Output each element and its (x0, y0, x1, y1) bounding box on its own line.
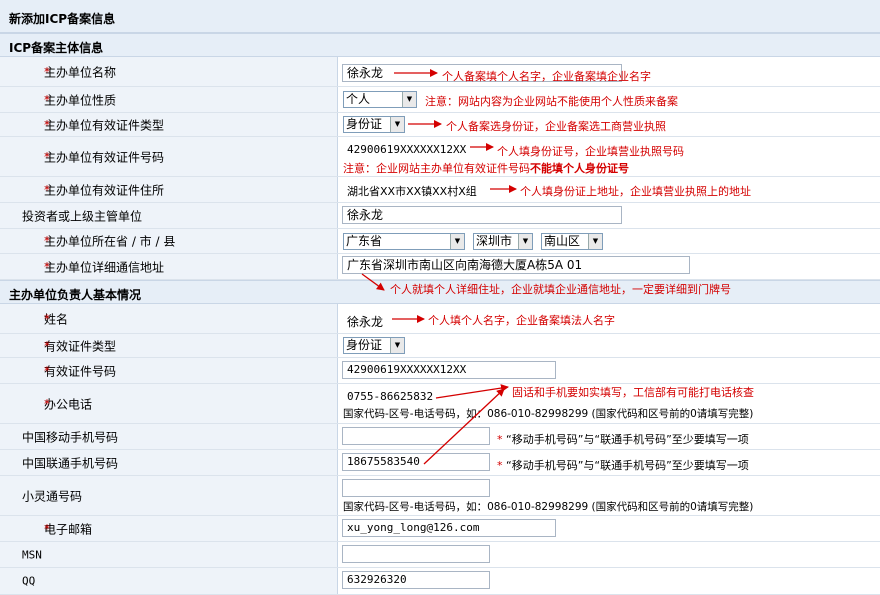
field-label: 主办单位有效证件住所 * (0, 177, 338, 202)
page-title: 新添加ICP备案信息 (9, 12, 116, 26)
field-label: QQ (0, 568, 338, 594)
row-org-name: 主办单位名称 * 徐永龙 个人备案填个人名字，企业备案填企业名字 (0, 57, 880, 87)
qq-input[interactable]: 632926320 (342, 571, 490, 589)
field-label: 投资者或上级主管单位 (0, 203, 338, 228)
address-input[interactable]: 广东省深圳市南山区向南海德大厦A栋5A 01 (342, 256, 690, 274)
annotation-note: 个人备案选身份证，企业备案选工商营业执照 (446, 120, 666, 133)
org-nature-select[interactable]: 个人 ▼ (343, 91, 417, 108)
page-title-bar: 新添加ICP备案信息 (0, 0, 880, 33)
row-email: 电子邮箱 * xu_yong_long@126.com (0, 516, 880, 542)
row-person-name: 姓名 * 徐永龙 个人填个人名字，企业备案填法人名字 (0, 304, 880, 334)
format-hint: 国家代码-区号-电话号码，如：086-010-82998299 (国家代码和区号… (343, 501, 754, 513)
field-label: 主办单位有效证件类型 * (0, 113, 338, 136)
field-label: 有效证件号码 * (0, 358, 338, 383)
row-investor: 投资者或上级主管单位 徐永龙 (0, 203, 880, 229)
field-label: 主办单位详细通信地址 * (0, 254, 338, 279)
section-title: 主办单位负责人基本情况 (9, 288, 142, 302)
row-person-cert-type: 有效证件类型 * 身份证 ▼ (0, 334, 880, 358)
requirement-hint: * “移动手机号码”与“联通手机号码”至少要填写一项 (497, 433, 749, 446)
org-cert-addr-input[interactable]: 湖北省XX市XX镇XX村X组 (347, 183, 477, 199)
field-label: 姓名 * (0, 304, 338, 333)
phs-input[interactable] (342, 479, 490, 497)
county-select[interactable]: 南山区 ▼ (541, 233, 603, 250)
field-label: 主办单位所在省 / 市 / 县 * (0, 229, 338, 253)
section-title: ICP备案主体信息 (9, 41, 104, 55)
org-cert-no-input[interactable]: 42900619XXXXXX12XX (347, 143, 466, 156)
mobile-unicom-input[interactable]: 18675583540 (342, 453, 490, 471)
person-name-input[interactable]: 徐永龙 (347, 313, 383, 330)
office-phone-input[interactable]: 0755-86625832 (347, 390, 433, 403)
field-label: 中国移动手机号码 (0, 424, 338, 449)
format-hint: 国家代码-区号-电话号码，如：086-010-82998299 (国家代码和区号… (343, 408, 754, 420)
icp-form-page: 新添加ICP备案信息 ICP备案主体信息 主办单位名称 * 徐永龙 个人备案填个人… (0, 0, 880, 595)
row-address: 主办单位详细通信地址 * 广东省深圳市南山区向南海德大厦A栋5A 01 (0, 254, 880, 280)
row-office-phone: 办公电话 * 0755-86625832 固话和手机要如实填写，工信部有可能打电话… (0, 384, 880, 424)
annotation-note: 个人就填个人详细住址，企业就填企业通信地址，一定要详细到门牌号 (390, 283, 731, 296)
row-msn: MSN (0, 542, 880, 568)
field-label: 有效证件类型 * (0, 334, 338, 357)
section-header-subject: ICP备案主体信息 (0, 33, 880, 57)
row-org-nature: 主办单位性质 * 个人 ▼ 注意：网站内容为企业网站不能使用个人性质来备案 (0, 87, 880, 113)
row-phs: 小灵通号码 国家代码-区号-电话号码，如：086-010-82998299 (国… (0, 476, 880, 516)
row-mobile-unicom: 中国联通手机号码 18675583540 * “移动手机号码”与“联通手机号码”… (0, 450, 880, 476)
field-label: 电子邮箱 * (0, 516, 338, 541)
field-label: 办公电话 * (0, 384, 338, 423)
row-qq: QQ 632926320 (0, 568, 880, 595)
email-input[interactable]: xu_yong_long@126.com (342, 519, 556, 537)
annotation-note: 固话和手机要如实填写，工信部有可能打电话核查 (512, 386, 754, 399)
field-label: MSN (0, 542, 338, 567)
city-select[interactable]: 深圳市 ▼ (473, 233, 533, 250)
field-label: 小灵通号码 (0, 476, 338, 515)
row-person-cert-no: 有效证件号码 * 42900619XXXXXX12XX (0, 358, 880, 384)
row-org-cert-type: 主办单位有效证件类型 * 身份证 ▼ 个人备案选身份证，企业备案选工商营业执照 (0, 113, 880, 137)
chevron-down-icon: ▼ (390, 338, 404, 353)
annotation-note: 个人填个人名字，企业备案填法人名字 (428, 314, 615, 327)
org-cert-type-select[interactable]: 身份证 ▼ (343, 116, 405, 133)
chevron-down-icon: ▼ (390, 117, 404, 132)
person-cert-no-input[interactable]: 42900619XXXXXX12XX (342, 361, 556, 379)
msn-input[interactable] (342, 545, 490, 563)
annotation-note: 个人备案填个人名字，企业备案填企业名字 (442, 70, 651, 83)
chevron-down-icon: ▼ (588, 234, 602, 249)
mobile-cmcc-input[interactable] (342, 427, 490, 445)
annotation-note: 个人填身份证号，企业填营业执照号码 (497, 145, 684, 158)
field-label: 中国联通手机号码 (0, 450, 338, 475)
investor-input[interactable]: 徐永龙 (342, 206, 622, 224)
warning-note: 注意：企业网站主办单位有效证件号码不能填个人身份证号 (343, 162, 629, 175)
province-select[interactable]: 广东省 ▼ (343, 233, 465, 250)
row-org-cert-addr: 主办单位有效证件住所 * 湖北省XX市XX镇XX村X组 个人填身份证上地址，企业填… (0, 177, 880, 203)
field-label: 主办单位性质 * (0, 87, 338, 112)
annotation-note: 注意：网站内容为企业网站不能使用个人性质来备案 (425, 95, 678, 108)
row-org-cert-no: 主办单位有效证件号码 * 42900619XXXXXX12XX 个人填身份证号，企… (0, 137, 880, 177)
requirement-hint: * “移动手机号码”与“联通手机号码”至少要填写一项 (497, 459, 749, 472)
person-cert-type-select[interactable]: 身份证 ▼ (343, 337, 405, 354)
chevron-down-icon: ▼ (450, 234, 464, 249)
row-region: 主办单位所在省 / 市 / 县 * 广东省 ▼ 深圳市 ▼ 南山区 ▼ (0, 229, 880, 254)
field-label: 主办单位名称 * (0, 57, 338, 86)
chevron-down-icon: ▼ (402, 92, 416, 107)
annotation-note: 个人填身份证上地址，企业填营业执照上的地址 (520, 185, 751, 198)
field-label: 主办单位有效证件号码 * (0, 137, 338, 176)
row-mobile-cmcc: 中国移动手机号码 * “移动手机号码”与“联通手机号码”至少要填写一项 (0, 424, 880, 450)
chevron-down-icon: ▼ (518, 234, 532, 249)
